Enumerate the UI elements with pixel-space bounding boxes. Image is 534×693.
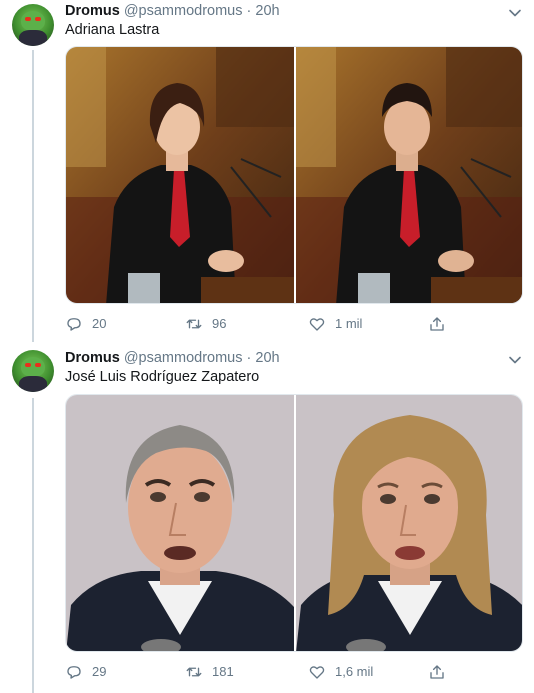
retweet-icon	[186, 667, 202, 677]
like-button[interactable]: 1 mil	[308, 314, 362, 334]
retweet-button[interactable]: 96	[185, 314, 226, 334]
tweet-media[interactable]	[65, 46, 523, 304]
avatar[interactable]	[12, 4, 54, 46]
share-icon	[430, 665, 444, 679]
separator: ·	[246, 350, 252, 366]
retweet-button[interactable]: 181	[185, 662, 234, 682]
like-button[interactable]: 1,6 mil	[308, 662, 373, 682]
timestamp[interactable]: 20h	[255, 3, 279, 19]
author-name[interactable]: Dromus	[65, 3, 120, 19]
tweet-actions: 20 96 1 mil	[65, 314, 485, 334]
tweet-header: Dromus @psammodromus · 20h	[65, 3, 280, 19]
reply-icon	[67, 666, 81, 679]
reply-button[interactable]: 20	[65, 314, 106, 334]
tweet-text: José Luis Rodríguez Zapatero	[65, 369, 260, 385]
like-count: 1,6 mil	[335, 664, 374, 679]
tweet-media[interactable]	[65, 394, 523, 652]
share-button[interactable]	[428, 314, 455, 334]
reply-count: 29	[92, 664, 107, 679]
tweet-text: Adriana Lastra	[65, 22, 160, 38]
reply-icon	[67, 318, 81, 331]
author-handle[interactable]: @psammodromus	[124, 3, 243, 19]
retweet-icon	[186, 319, 202, 329]
retweet-count: 96	[212, 316, 227, 331]
media-photo[interactable]	[66, 395, 294, 651]
share-icon	[430, 317, 444, 331]
reply-count: 20	[92, 316, 107, 331]
chevron-down-icon[interactable]	[508, 353, 522, 367]
like-count: 1 mil	[335, 316, 363, 331]
tweet[interactable]: Dromus @psammodromus · 20h José Luis Rod…	[0, 346, 534, 693]
author-name[interactable]: Dromus	[65, 350, 120, 366]
heart-icon	[309, 318, 325, 331]
tweet-header: Dromus @psammodromus · 20h	[65, 350, 280, 366]
timestamp[interactable]: 20h	[255, 350, 279, 366]
tweet-actions: 29 181 1,6 mil	[65, 662, 485, 682]
heart-icon	[309, 666, 325, 679]
retweet-count: 181	[212, 664, 234, 679]
share-button[interactable]	[428, 662, 455, 682]
chevron-down-icon[interactable]	[508, 6, 522, 20]
tweet[interactable]: Dromus @psammodromus · 20h Adriana Lastr…	[0, 0, 534, 345]
reply-button[interactable]: 29	[65, 662, 106, 682]
separator: ·	[246, 3, 252, 19]
media-photo[interactable]	[296, 395, 522, 651]
media-photo[interactable]	[66, 47, 294, 303]
media-photo[interactable]	[296, 47, 522, 303]
author-handle[interactable]: @psammodromus	[124, 350, 243, 366]
avatar[interactable]	[12, 350, 54, 392]
